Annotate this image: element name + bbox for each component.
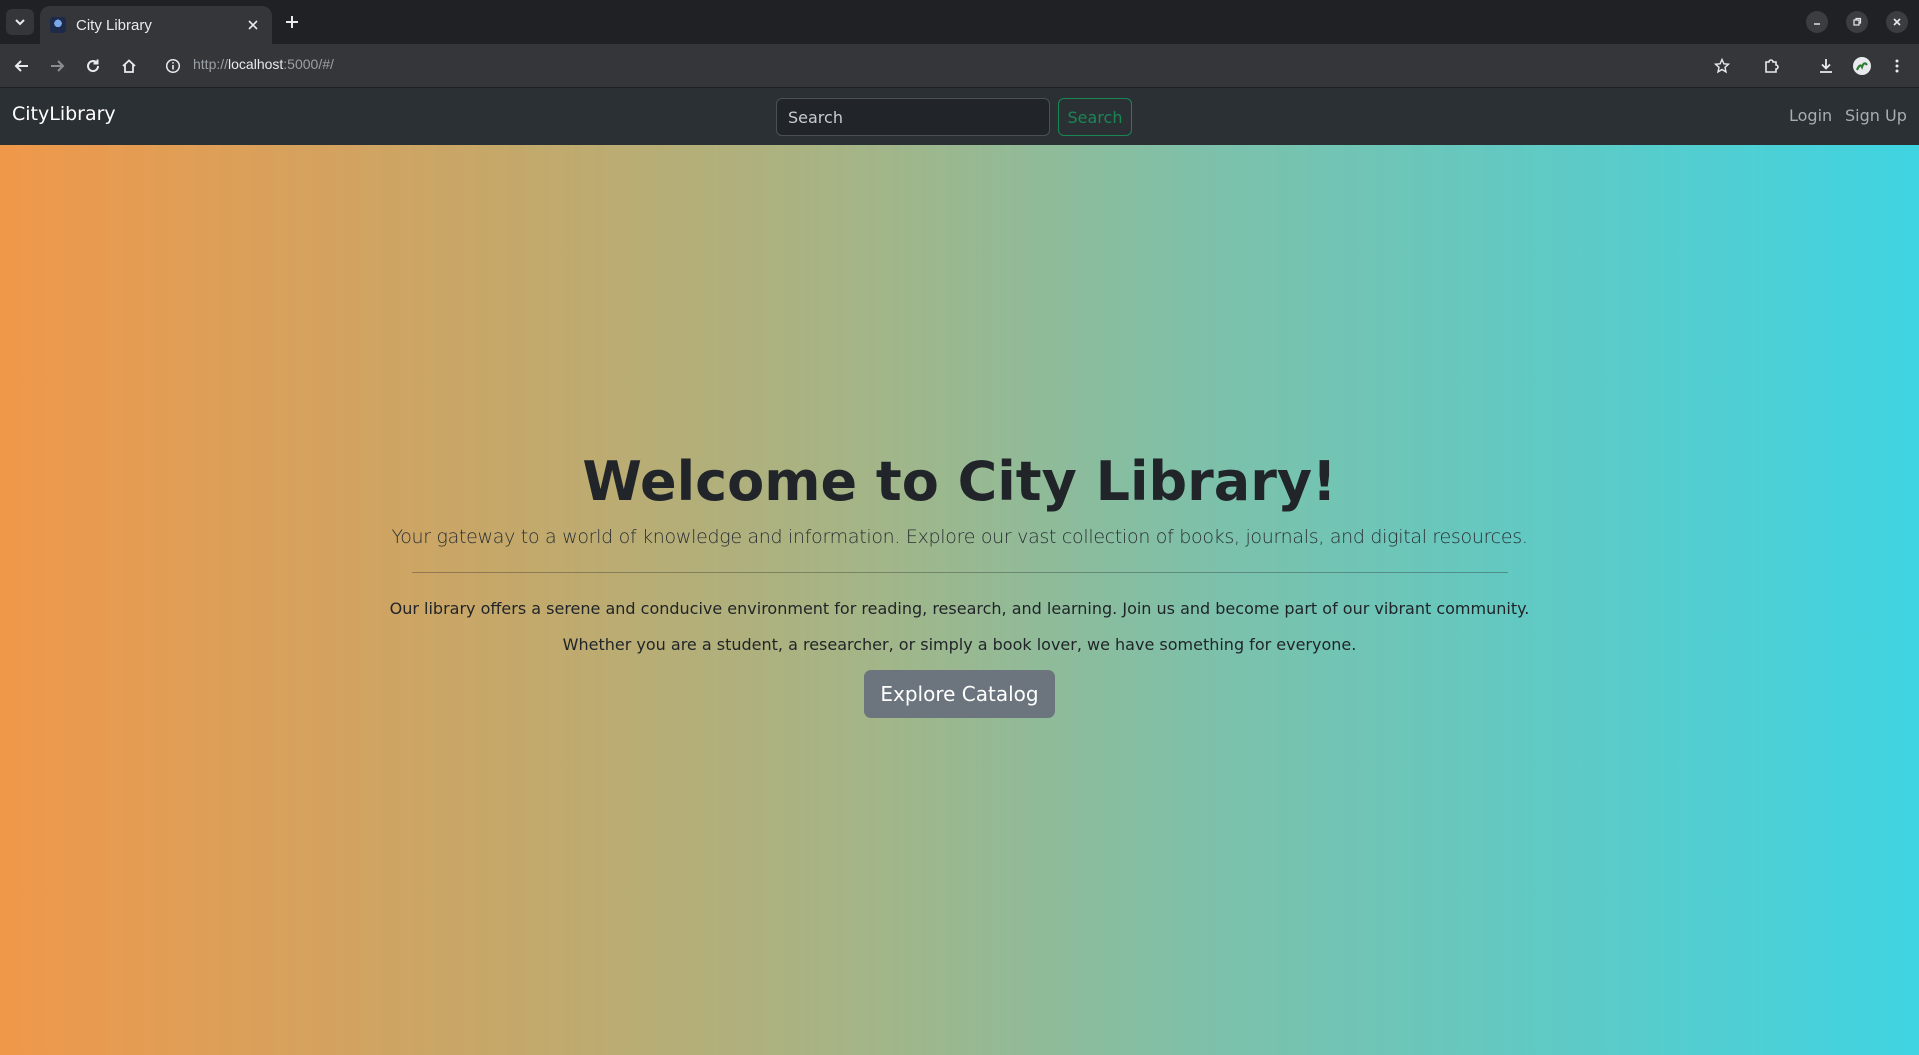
address-bar[interactable] bbox=[160, 50, 1750, 82]
downloads-button[interactable] bbox=[1812, 52, 1840, 80]
url-text[interactable]: http://localhost:5000/#/ bbox=[193, 56, 334, 72]
restore-button[interactable] bbox=[1846, 11, 1868, 33]
brand-link[interactable]: CityLibrary bbox=[12, 103, 116, 125]
page-body: CityLibrary Search Login Sign Up Welcome… bbox=[0, 88, 1919, 1055]
minimize-button[interactable] bbox=[1806, 11, 1828, 33]
search-input[interactable] bbox=[776, 98, 1050, 136]
puzzle-icon bbox=[1765, 59, 1779, 73]
tab-list-button[interactable] bbox=[6, 9, 34, 35]
hero-title: Welcome to City Library! bbox=[582, 450, 1337, 513]
avatar-icon bbox=[1853, 57, 1871, 75]
download-icon bbox=[1820, 59, 1832, 73]
arrow-left-icon bbox=[14, 60, 28, 72]
search-button[interactable]: Search bbox=[1058, 98, 1132, 136]
site-info-icon[interactable] bbox=[159, 52, 187, 80]
browser-tab-strip: City Library bbox=[0, 0, 1919, 44]
close-window-button[interactable] bbox=[1886, 11, 1908, 33]
minimize-icon bbox=[1814, 23, 1820, 25]
tab-close-icon[interactable] bbox=[244, 16, 262, 34]
site-navbar: CityLibrary Search Login Sign Up bbox=[0, 88, 1919, 145]
arrow-right-icon bbox=[51, 60, 65, 72]
extensions-button[interactable] bbox=[1758, 52, 1786, 80]
new-tab-button[interactable] bbox=[280, 10, 304, 34]
restore-icon bbox=[1853, 17, 1862, 26]
bookmark-button[interactable] bbox=[1708, 52, 1736, 80]
profile-button[interactable] bbox=[1848, 52, 1876, 80]
back-button[interactable] bbox=[8, 52, 36, 80]
hero-divider bbox=[411, 572, 1508, 573]
home-icon bbox=[122, 59, 136, 73]
browser-tab-active[interactable]: City Library bbox=[40, 6, 272, 44]
url-host: localhost bbox=[228, 56, 284, 72]
hero-paragraph-2: Whether you are a student, a researcher,… bbox=[562, 635, 1357, 654]
browser-toolbar: http://localhost:5000/#/ bbox=[0, 44, 1919, 88]
url-scheme: http:// bbox=[193, 56, 229, 72]
hero-lead: Your gateway to a world of knowledge and… bbox=[391, 526, 1528, 548]
url-path: :5000/#/ bbox=[283, 56, 334, 72]
tab-title: City Library bbox=[76, 16, 152, 34]
hero-section: Welcome to City Library! Your gateway to… bbox=[0, 450, 1919, 718]
home-button[interactable] bbox=[115, 52, 143, 80]
login-link[interactable]: Login bbox=[1789, 106, 1832, 125]
close-icon bbox=[1893, 18, 1901, 26]
chevron-down-icon bbox=[15, 19, 25, 26]
forward-button[interactable] bbox=[43, 52, 71, 80]
signup-link[interactable]: Sign Up bbox=[1845, 106, 1907, 125]
plus-icon bbox=[286, 16, 298, 28]
reload-icon bbox=[87, 59, 100, 73]
star-icon bbox=[1714, 58, 1730, 74]
library-favicon-icon bbox=[50, 17, 66, 33]
kebab-menu-icon bbox=[1895, 59, 1899, 73]
hero-paragraph-1: Our library offers a serene and conduciv… bbox=[389, 599, 1530, 618]
browser-menu-button[interactable] bbox=[1883, 52, 1911, 80]
explore-catalog-button[interactable]: Explore Catalog bbox=[864, 670, 1055, 718]
reload-button[interactable] bbox=[79, 52, 107, 80]
